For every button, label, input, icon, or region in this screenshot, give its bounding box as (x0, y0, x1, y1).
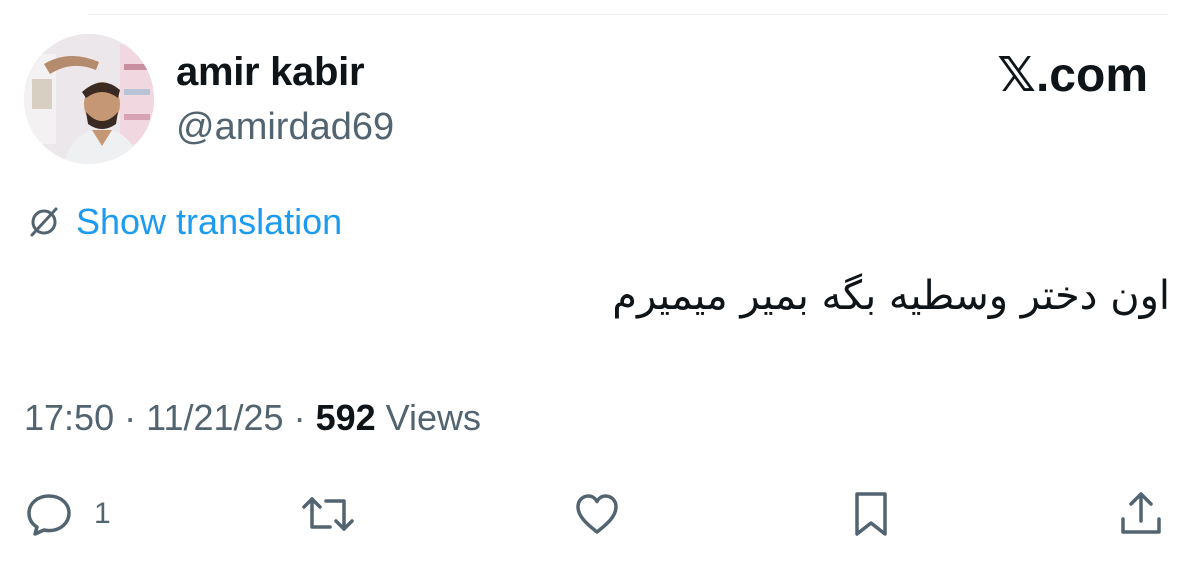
avatar-photo (24, 34, 154, 164)
bookmark-icon (855, 492, 887, 536)
translate-icon (30, 207, 58, 237)
tweet-meta: 17:50 · 11/21/25 · 592 Views (24, 396, 481, 440)
avatar[interactable] (24, 34, 154, 164)
reply-button[interactable]: 1 (24, 484, 111, 544)
heart-icon (576, 494, 618, 534)
show-translation-link[interactable]: Show translation (24, 200, 342, 244)
meta-separator: · (283, 397, 316, 438)
author-handle[interactable]: @amirdad69 (176, 104, 394, 150)
like-button[interactable] (572, 484, 622, 544)
views-count: 592 (315, 397, 376, 438)
tweet-actions: 1 (24, 484, 1174, 544)
retweet-icon (302, 497, 354, 531)
share-icon (1121, 492, 1161, 534)
tweet-date[interactable]: 11/21/25 (146, 397, 283, 438)
author-display-name[interactable]: amir kabir (176, 48, 365, 96)
bookmark-button[interactable] (846, 484, 896, 544)
tweet-time[interactable]: 17:50 (24, 397, 114, 438)
show-translation-label: Show translation (76, 201, 343, 242)
tweet-text: اون دختر وسطیه بگه بمیر میمیرم (612, 273, 1170, 319)
retweet-button[interactable] (300, 484, 356, 544)
meta-separator: · (114, 397, 147, 438)
brand-logo: 𝕏.com (997, 49, 1148, 102)
views-label: Views (375, 397, 482, 438)
share-button[interactable] (1116, 484, 1166, 544)
top-divider (88, 0, 1168, 15)
reply-count: 1 (94, 497, 111, 530)
reply-icon (27, 494, 71, 536)
